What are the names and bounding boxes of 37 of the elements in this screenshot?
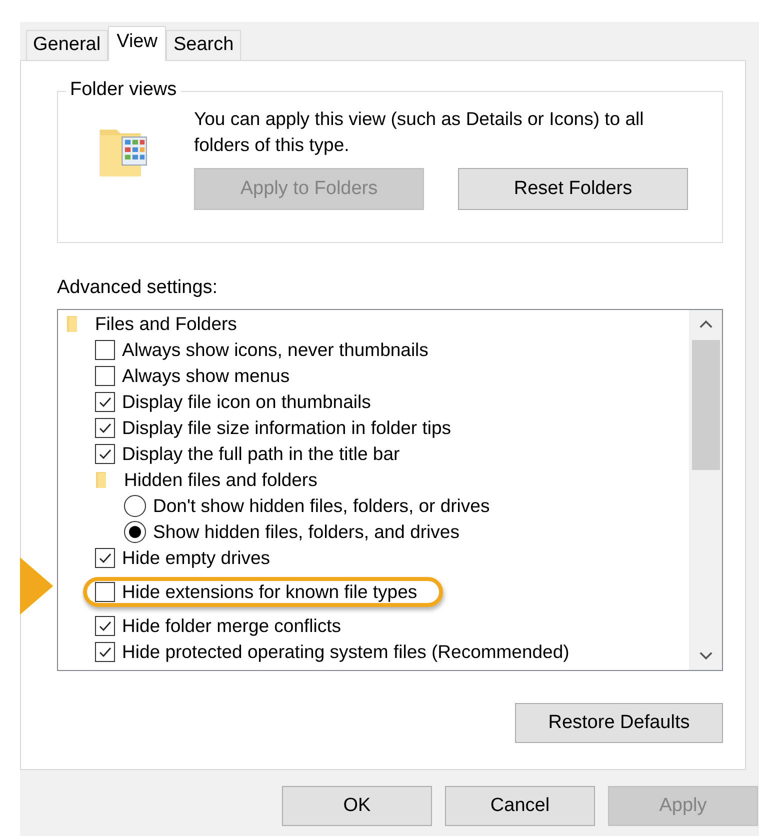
radio-button[interactable] — [124, 521, 146, 543]
group-label: Files and Folders — [95, 313, 237, 335]
group-label: Hidden files and folders — [124, 469, 318, 491]
dialog-button[interactable]: Cancel — [445, 786, 595, 826]
setting-label: Always show menus — [122, 365, 290, 387]
setting-label: Hide protected operating system files (Recommended) — [122, 641, 570, 663]
checkbox[interactable] — [95, 548, 115, 568]
tab[interactable]: View — [108, 26, 166, 61]
setting-label: Display file size information in folder tips — [122, 417, 452, 439]
setting-label: Don't show hidden files, folders, or drives — [153, 495, 490, 517]
description-text: You can apply this view (such as Details or Icons) to all folders of this type. — [194, 107, 645, 157]
tab[interactable]: General — [26, 30, 108, 60]
setting-label: Hide folder merge conflicts — [122, 615, 342, 637]
setting-label: Hide extensions for known file types — [122, 581, 418, 603]
checkbox[interactable] — [95, 642, 115, 662]
tab[interactable]: Search — [166, 30, 241, 60]
advanced-settings-label: Advanced settings: — [57, 277, 219, 300]
folder-icon — [66, 315, 78, 333]
checkbox[interactable] — [95, 444, 115, 464]
setting-label: Always show icons, never thumbnails — [122, 339, 428, 361]
folder-button[interactable]: Reset Folders — [458, 168, 688, 210]
checkbox[interactable] — [95, 616, 115, 636]
checkbox[interactable] — [95, 392, 115, 412]
checkbox[interactable] — [95, 418, 115, 438]
radio-button[interactable] — [124, 495, 146, 517]
setting-label: Show hidden files, folders, and drives — [153, 521, 460, 543]
checkbox[interactable] — [95, 340, 115, 360]
dialog-button[interactable]: OK — [282, 786, 432, 826]
setting-label: Display file icon on thumbnails — [122, 391, 371, 413]
restore-defaults-button[interactable]: Restore Defaults — [515, 703, 723, 743]
scroll-thumb[interactable] — [692, 340, 720, 470]
setting-label: Display the full path in the title bar — [122, 443, 400, 465]
scrollbar[interactable] — [689, 310, 722, 670]
checkbox[interactable] — [95, 582, 115, 602]
setting-label: Hide empty drives — [122, 547, 270, 569]
folder-icon — [95, 471, 107, 489]
checkbox[interactable] — [95, 366, 115, 386]
